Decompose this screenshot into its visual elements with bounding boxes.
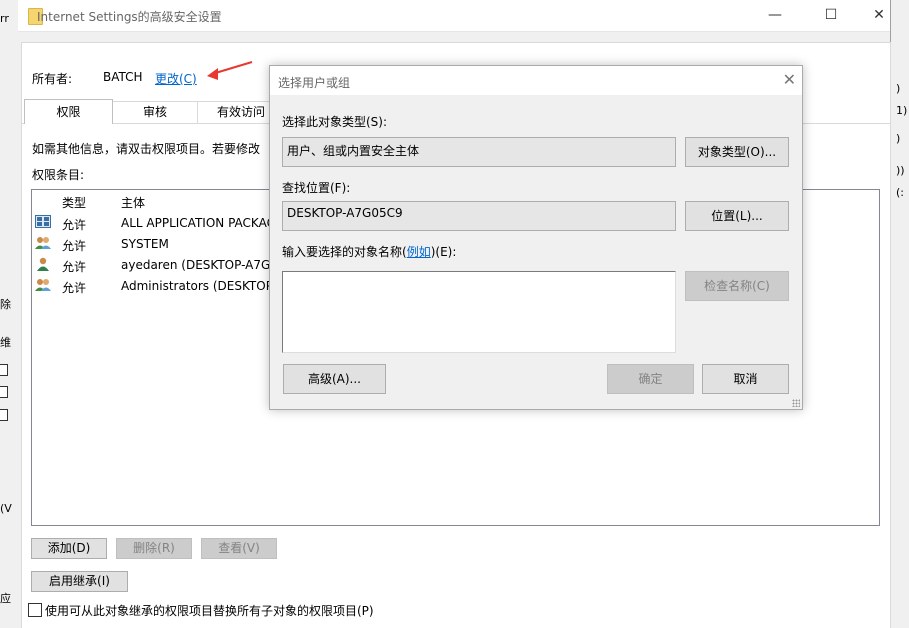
location-label: 查找位置(F): bbox=[282, 181, 351, 195]
check-names-button[interactable]: 检查名称(C) bbox=[685, 271, 789, 301]
bg-fragment: 应 bbox=[0, 592, 11, 605]
add-button[interactable]: 添加(D) bbox=[31, 538, 107, 559]
dialog-title: 选择用户或组 bbox=[278, 76, 351, 90]
column-header-type[interactable]: 类型 bbox=[62, 194, 86, 211]
info-text: 如需其他信息，请双击权限项目。若要修改 bbox=[32, 142, 261, 156]
dialog-title-bar: 选择用户或组 ✕ bbox=[270, 66, 802, 95]
users-group-icon bbox=[35, 237, 51, 249]
dialog-close-button[interactable]: ✕ bbox=[783, 70, 796, 89]
object-names-input[interactable] bbox=[282, 271, 676, 353]
owner-label: 所有者: bbox=[32, 72, 73, 86]
change-owner-link[interactable]: 更改(C) bbox=[155, 70, 197, 87]
users-group-icon bbox=[35, 279, 51, 291]
tab-permissions[interactable]: 权限 bbox=[24, 99, 113, 124]
object-types-button[interactable]: 对象类型(O)... bbox=[685, 137, 789, 167]
remove-button[interactable]: 删除(R) bbox=[116, 538, 192, 559]
app-package-icon bbox=[35, 215, 51, 228]
select-users-dialog: 选择用户或组 ✕ 选择此对象类型(S): 用户、组或内置安全主体 对象类型(O)… bbox=[269, 65, 803, 410]
bg-fragment: rr bbox=[0, 12, 9, 25]
cancel-button[interactable]: 取消 bbox=[702, 364, 789, 394]
object-names-label-suffix: )(E): bbox=[430, 245, 457, 259]
bg-fragment: ) bbox=[896, 132, 901, 145]
view-button[interactable]: 查看(V) bbox=[201, 538, 277, 559]
window-title: Internet Settings的高级安全设置 bbox=[37, 10, 222, 24]
enable-inheritance-button[interactable]: 启用继承(I) bbox=[31, 571, 128, 592]
bg-fragment: 维 bbox=[0, 336, 11, 349]
bg-fragment: ) bbox=[896, 82, 901, 95]
locations-button[interactable]: 位置(L)... bbox=[685, 201, 789, 231]
row-type: 允许 bbox=[62, 218, 87, 232]
minimize-button[interactable]: — bbox=[752, 0, 798, 31]
bg-fragment: )) bbox=[896, 164, 905, 177]
row-type: 允许 bbox=[62, 239, 87, 253]
object-names-label-prefix: 输入要选择的对象名称( bbox=[282, 245, 407, 259]
object-names-label: 输入要选择的对象名称(例如)(E): bbox=[282, 243, 456, 260]
bg-checkbox bbox=[0, 364, 8, 376]
maximize-button[interactable]: ☐ bbox=[808, 0, 854, 31]
background-window-left: rr 除 维 (V 应 bbox=[0, 0, 19, 626]
red-arrow-annotation-icon bbox=[207, 61, 253, 80]
row-type: 允许 bbox=[62, 281, 87, 295]
bg-fragment: 除 bbox=[0, 298, 11, 311]
advanced-button[interactable]: 高级(A)... bbox=[283, 364, 386, 394]
permission-entries-label: 权限条目: bbox=[32, 168, 85, 182]
bg-fragment: (V bbox=[0, 502, 12, 515]
row-principal: SYSTEM bbox=[121, 237, 169, 251]
tab-auditing[interactable]: 审核 bbox=[111, 101, 199, 123]
ok-button[interactable]: 确定 bbox=[607, 364, 694, 394]
bg-checkbox bbox=[0, 386, 8, 398]
examples-link[interactable]: 例如 bbox=[407, 245, 431, 259]
bg-fragment: 1) bbox=[896, 104, 908, 117]
background-window-right: ) 1) ) )) (: bbox=[890, 0, 909, 626]
user-icon bbox=[37, 257, 49, 271]
row-principal: ALL APPLICATION PACKAGES bbox=[121, 216, 292, 230]
bg-checkbox bbox=[0, 409, 8, 421]
object-type-field: 用户、组或内置安全主体 bbox=[282, 137, 676, 167]
object-type-label: 选择此对象类型(S): bbox=[282, 115, 388, 129]
bg-fragment: (: bbox=[896, 186, 904, 199]
location-field: DESKTOP-A7G05C9 bbox=[282, 201, 676, 231]
row-type: 允许 bbox=[62, 260, 87, 274]
owner-value: BATCH bbox=[103, 70, 143, 84]
replace-child-permissions-checkbox[interactable] bbox=[28, 603, 42, 617]
column-header-principal[interactable]: 主体 bbox=[121, 194, 145, 211]
replace-child-permissions-label: 使用可从此对象继承的权限项目替换所有子对象的权限项目(P) bbox=[45, 604, 374, 618]
resize-grip-icon[interactable] bbox=[792, 399, 800, 407]
title-bar: Internet Settings的高级安全设置 — ☐ ✕ bbox=[18, 0, 890, 32]
close-button[interactable]: ✕ bbox=[856, 0, 902, 31]
